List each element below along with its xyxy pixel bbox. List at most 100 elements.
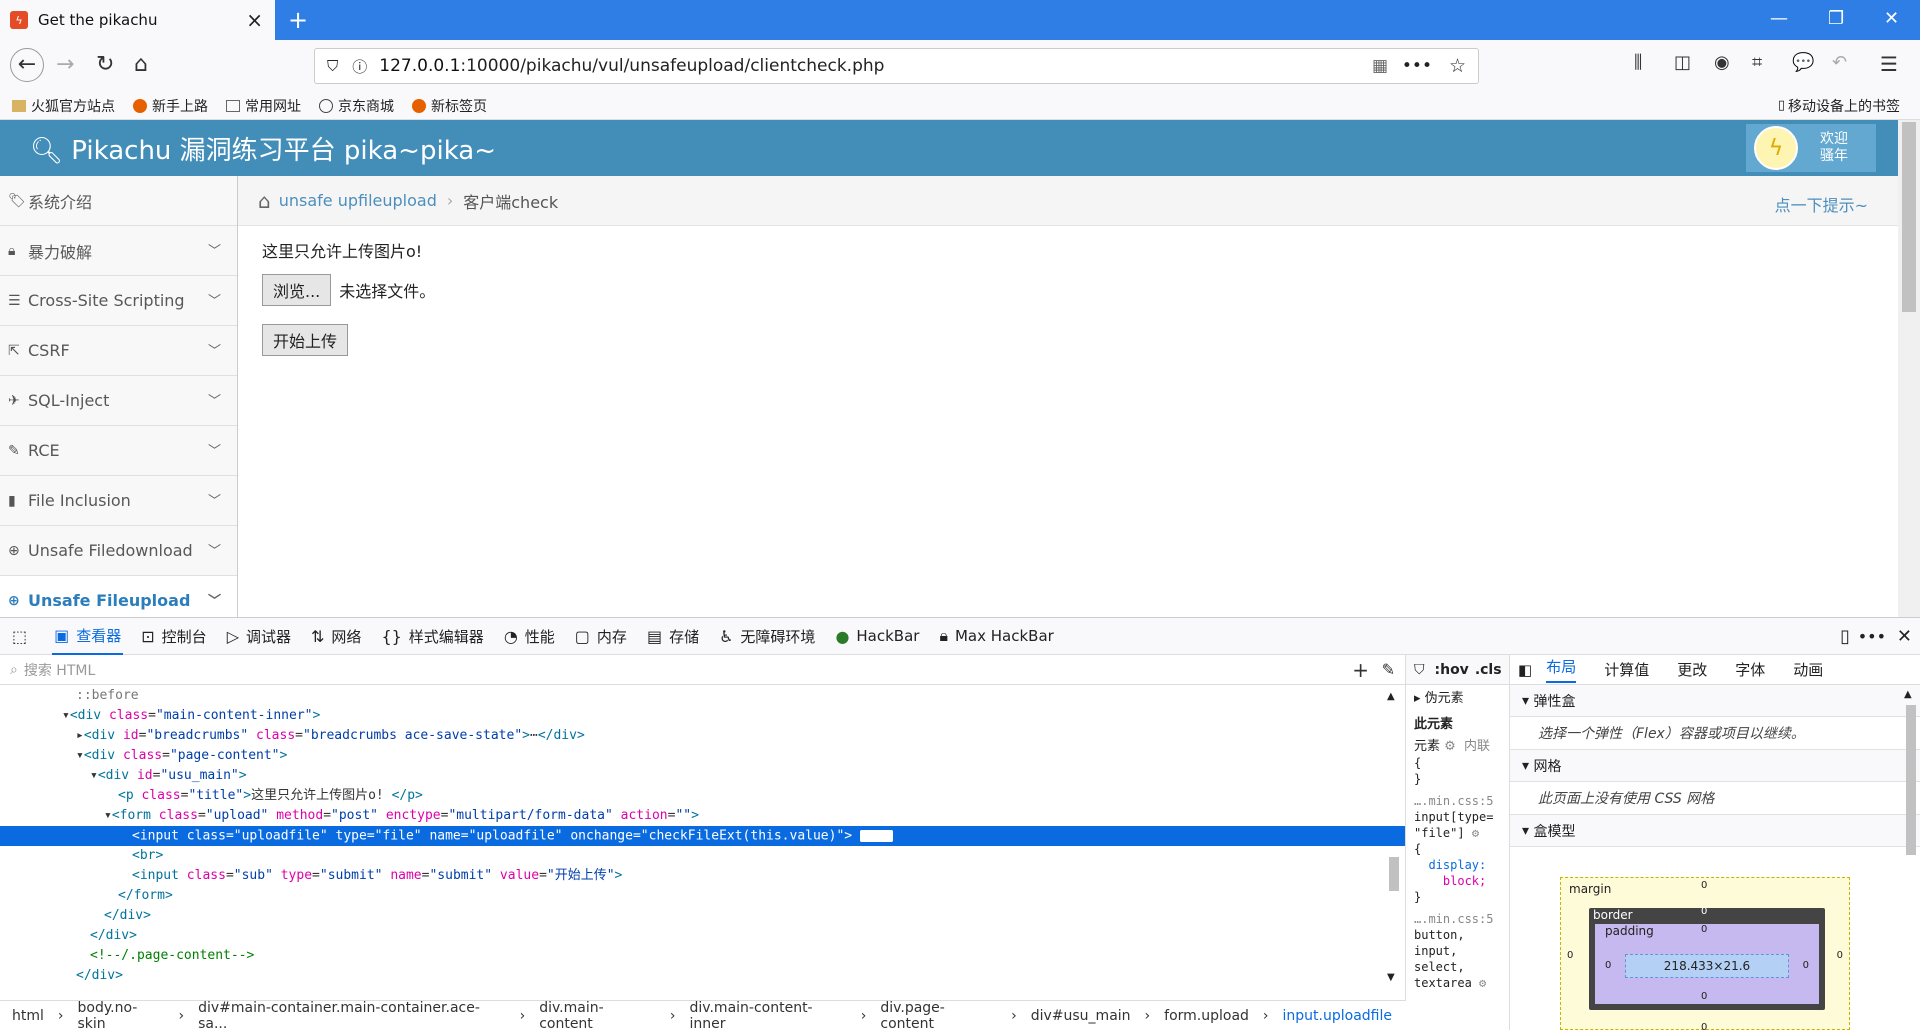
user-menu[interactable]: ϟ 欢迎 骚年 xyxy=(1746,124,1876,172)
content-box[interactable]: 218.433×21.6 xyxy=(1625,954,1789,978)
tree-node[interactable]: </form> xyxy=(0,886,1405,906)
padding-bottom-value[interactable]: 0 xyxy=(1701,991,1707,1002)
screenshot-icon[interactable]: ⌗ xyxy=(1752,52,1762,73)
mobile-bookmarks[interactable]: ▯ 移动设备上的书签 xyxy=(1778,96,1900,116)
margin-left-value[interactable]: 0 xyxy=(1567,950,1573,961)
bookmark-jd[interactable]: 京东商城 xyxy=(319,96,394,116)
tab-performance[interactable]: ◔ 性能 xyxy=(502,617,557,655)
tree-node[interactable]: <input class="sub" type="submit" name="s… xyxy=(0,866,1405,886)
breadcrumb-link[interactable]: unsafe upfileupload xyxy=(279,191,437,210)
forward-icon[interactable]: → xyxy=(56,52,74,77)
more-icon[interactable]: ••• xyxy=(1402,56,1432,76)
tab-inspector[interactable]: ▣ 查看器 xyxy=(52,617,124,655)
margin-top-value[interactable]: 0 xyxy=(1701,880,1707,891)
url-bar[interactable]: ⛉ ⓘ 127.0.0.1:10000/pikachu/vul/unsafeup… xyxy=(314,48,1479,84)
scroll-down-icon[interactable]: ▼ xyxy=(1387,972,1395,983)
shield-icon[interactable]: ⛉ xyxy=(327,57,338,75)
cls-toggle[interactable]: .cls xyxy=(1475,662,1502,678)
stylesheet-link[interactable]: ….min.css:5 xyxy=(1414,911,1501,927)
back-icon[interactable]: ← xyxy=(10,48,44,82)
crumb-current[interactable]: input.uploadfile xyxy=(1283,1008,1392,1024)
close-window-icon[interactable]: ✕ xyxy=(1884,8,1899,29)
scroll-up-icon[interactable]: ▲ xyxy=(1387,691,1395,702)
crumb[interactable]: div.page-content xyxy=(880,1000,997,1032)
crumb[interactable]: div#usu_main xyxy=(1031,1008,1131,1024)
scrollbar-thumb[interactable] xyxy=(1902,122,1916,312)
library-icon[interactable]: ⫼ xyxy=(1634,52,1642,73)
tab-layout[interactable]: 布局 xyxy=(1546,656,1577,683)
tree-node[interactable]: ▾<div id="usu_main"> xyxy=(0,766,1405,786)
sidebar-item-sqli[interactable]: ✈ SQL-Inject ﹀ xyxy=(0,376,237,426)
hov-toggle[interactable]: :hov xyxy=(1435,662,1469,678)
menu-icon[interactable]: ☰ xyxy=(1880,52,1898,76)
tab-computed[interactable]: 计算值 xyxy=(1604,659,1649,680)
crumb[interactable]: div#main-container.main-container.ace-sa… xyxy=(198,1000,505,1032)
tab-style-editor[interactable]: {} 样式编辑器 xyxy=(379,617,485,655)
sidebar-item-bruteforce[interactable]: 🔒︎ 暴力破解 ﹀ xyxy=(0,226,237,276)
tab-animations[interactable]: 动画 xyxy=(1793,659,1823,680)
sidebar-item-xss[interactable]: ☰ Cross-Site Scripting ﹀ xyxy=(0,276,237,326)
margin-bottom-value[interactable]: 0 xyxy=(1701,1022,1707,1033)
tree-node[interactable]: </div> xyxy=(0,966,1405,986)
gear-icon[interactable]: ⚙ xyxy=(1444,739,1456,754)
sidebar-item-intro[interactable]: 🏷︎ 系统介绍 xyxy=(0,176,237,226)
eyedropper-icon[interactable]: ✎ xyxy=(1382,660,1395,679)
border-top-value[interactable]: 0 xyxy=(1701,906,1707,917)
tree-node[interactable]: ▾<div class="page-content"> xyxy=(0,746,1405,766)
event-badge[interactable]: event xyxy=(859,830,894,842)
close-tab-icon[interactable]: × xyxy=(246,8,263,32)
browse-button[interactable]: 浏览... xyxy=(262,274,332,306)
tree-scrollbar[interactable]: ▲ ▼ xyxy=(1387,687,1401,987)
pick-element-icon[interactable]: ⬚ xyxy=(10,617,36,655)
new-tab-icon[interactable]: + xyxy=(288,6,308,34)
account-icon[interactable]: ◉ xyxy=(1714,52,1730,73)
chat-icon[interactable]: 💬 xyxy=(1792,52,1814,73)
scroll-up-icon[interactable]: ▲ xyxy=(1904,689,1912,700)
crumb[interactable]: form.upload xyxy=(1164,1008,1249,1024)
padding-left-value[interactable]: 0 xyxy=(1605,960,1611,971)
url-text[interactable]: 127.0.0.1:10000/pikachu/vul/unsafeupload… xyxy=(379,56,884,76)
tree-node[interactable]: <!--/.page-content--> xyxy=(0,946,1405,966)
margin-right-value[interactable]: 0 xyxy=(1837,950,1843,961)
qr-code-icon[interactable]: ▦ xyxy=(1372,56,1388,76)
tab-network[interactable]: ⇅ 网络 xyxy=(309,617,363,655)
tree-node[interactable]: ::before xyxy=(0,686,1405,706)
tab-memory[interactable]: ▢ 内存 xyxy=(573,617,629,655)
padding-top-value[interactable]: 0 xyxy=(1701,924,1707,935)
dock-icon[interactable]: ▯ xyxy=(1840,626,1850,647)
stylesheet-link[interactable]: ….min.css:5 xyxy=(1414,793,1501,809)
scrollbar-thumb[interactable] xyxy=(1389,857,1399,891)
bookmark-common-sites[interactable]: 常用网址 xyxy=(226,96,301,116)
reload-icon[interactable]: ↻ xyxy=(96,52,114,77)
bookmark-star-icon[interactable]: ☆ xyxy=(1449,55,1466,77)
tab-fonts[interactable]: 字体 xyxy=(1735,659,1765,680)
hint-link[interactable]: 点一下提示~ xyxy=(1775,192,1868,216)
tree-node[interactable]: ▸<div id="breadcrumbs" class="breadcrumb… xyxy=(0,726,1405,746)
minimize-icon[interactable]: — xyxy=(1770,8,1788,29)
home-icon[interactable]: ⌂ xyxy=(258,189,271,213)
tab-debugger[interactable]: ▷ 调试器 xyxy=(225,617,293,655)
bookmark-firefox-official[interactable]: 火狐官方站点 xyxy=(12,96,115,116)
crumb[interactable]: div.main-content-inner xyxy=(690,1000,847,1032)
layout-scrollbar[interactable]: ▲ xyxy=(1904,687,1918,1027)
padding-right-value[interactable]: 0 xyxy=(1803,960,1809,971)
tab-changes[interactable]: 更改 xyxy=(1677,659,1707,680)
close-devtools-icon[interactable]: ✕ xyxy=(1897,626,1912,647)
more-options-icon[interactable]: ••• xyxy=(1858,627,1886,646)
info-icon[interactable]: ⓘ xyxy=(352,56,367,77)
sidebar-item-file-inclusion[interactable]: ▮ File Inclusion ﹀ xyxy=(0,476,237,526)
search-html-input[interactable]: ⌕ 搜索 HTML + ✎ xyxy=(0,655,1405,685)
tab-console[interactable]: ⊡ 控制台 xyxy=(139,617,208,655)
scrollbar-thumb[interactable] xyxy=(1906,705,1916,855)
bookmark-getting-started[interactable]: 新手上路 xyxy=(133,96,208,116)
upload-submit-button[interactable]: 开始上传 xyxy=(262,324,349,356)
bookmark-new-tab[interactable]: 新标签页 xyxy=(412,96,487,116)
crumb[interactable]: html xyxy=(12,1008,44,1024)
sidebar-item-csrf[interactable]: ⇱ CSRF ﹀ xyxy=(0,326,237,376)
sidebar-item-fileupload[interactable]: ⊕ Unsafe Fileupload ﹀ xyxy=(0,576,237,617)
add-node-icon[interactable]: + xyxy=(1352,658,1369,682)
tab-storage[interactable]: ▤ 存储 xyxy=(645,617,701,655)
grid-section-toggle[interactable]: ▾ 网格 xyxy=(1510,750,1920,782)
undo-icon[interactable]: ↶ xyxy=(1832,52,1847,73)
tree-node[interactable]: ▾<form class="upload" method="post" enct… xyxy=(0,806,1405,826)
